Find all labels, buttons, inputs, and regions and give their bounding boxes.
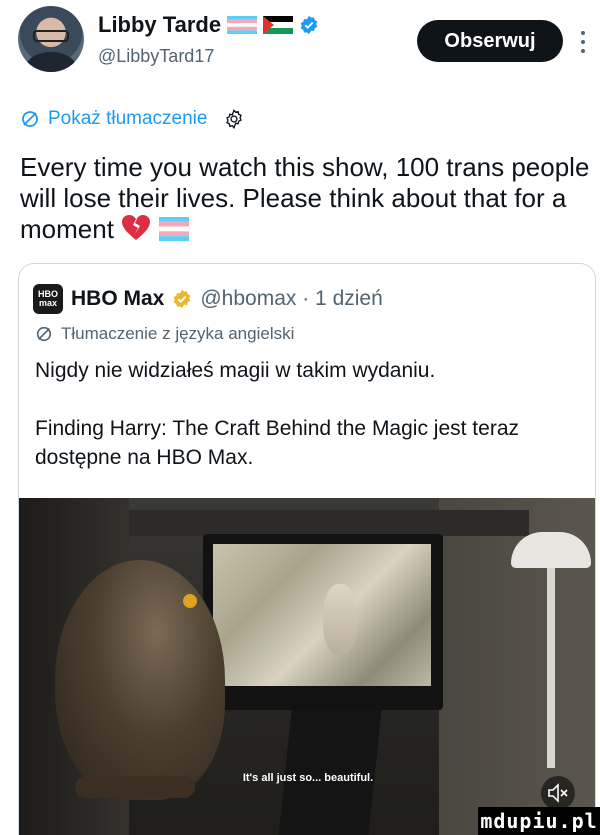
show-translation-link[interactable]: Pokaż tłumaczenie [20, 108, 245, 130]
trans-flag-emoji [159, 217, 190, 241]
gold-verified-badge-icon [174, 289, 191, 309]
trans-pride-flag-icon [227, 16, 258, 34]
quote-header: HBO max HBO Max @hbomax · 1 dzień [33, 284, 383, 314]
avatar[interactable] [18, 6, 84, 72]
video-monitor-screen [213, 544, 431, 686]
author-handle[interactable]: @LibbyTard17 [98, 46, 214, 67]
quote-translation-note: Tłumaczenie z języka angielski [35, 324, 294, 344]
gear-icon[interactable] [223, 108, 245, 130]
quote-translation-label: Tłumaczenie z języka angielski [61, 324, 295, 343]
translate-icon [22, 111, 38, 127]
quote-paragraph-2: Finding Harry: The Craft Behind the Magi… [35, 417, 519, 469]
hbo-max-logo[interactable]: HBO max [33, 284, 63, 314]
verified-badge-icon [300, 15, 318, 35]
video-owl-on-screen [323, 584, 357, 654]
site-watermark: mdupiu.pl [478, 807, 600, 835]
video-owl-eye [183, 594, 197, 608]
author-name[interactable]: Libby Tarde [98, 12, 221, 38]
tweet-body: Every time you watch this show, 100 tran… [20, 152, 590, 244]
palestine-flag-icon [263, 16, 294, 34]
hbo-max-logo-text: HBO max [38, 289, 58, 308]
quote-handle-time[interactable]: @hbomax · 1 dzień [200, 287, 382, 311]
quote-text: Nigdy nie widziałeś magii w takim wydani… [35, 356, 585, 501]
quoted-tweet-card[interactable]: HBO max HBO Max @hbomax · 1 dzień Tłumac… [18, 263, 596, 835]
follow-button[interactable]: Obserwuj [417, 20, 563, 62]
video-shelf [129, 510, 529, 536]
tweet-text: Every time you watch this show, 100 tran… [20, 152, 590, 245]
speaker-muted-icon [548, 783, 568, 803]
quote-author-name[interactable]: HBO Max [71, 287, 164, 311]
video-caption: It's all just so... beautiful. [242, 772, 374, 784]
author-name-row: Libby Tarde [98, 12, 319, 38]
broken-heart-emoji [122, 215, 151, 240]
translate-icon [36, 326, 52, 342]
video-owl [55, 560, 225, 800]
video-player[interactable]: It's all just so... beautiful. [19, 498, 595, 835]
video-monitor [203, 534, 443, 710]
show-translation-label[interactable]: Pokaż tłumaczenie [48, 108, 207, 130]
quote-paragraph-1: Nigdy nie widziałeś magii w takim wydani… [35, 359, 436, 382]
shirt-shape [26, 52, 76, 72]
mute-button[interactable] [541, 776, 575, 810]
glasses-shape [33, 30, 69, 42]
more-vertical-icon[interactable] [575, 22, 591, 62]
video-lamp-arm [547, 568, 555, 768]
